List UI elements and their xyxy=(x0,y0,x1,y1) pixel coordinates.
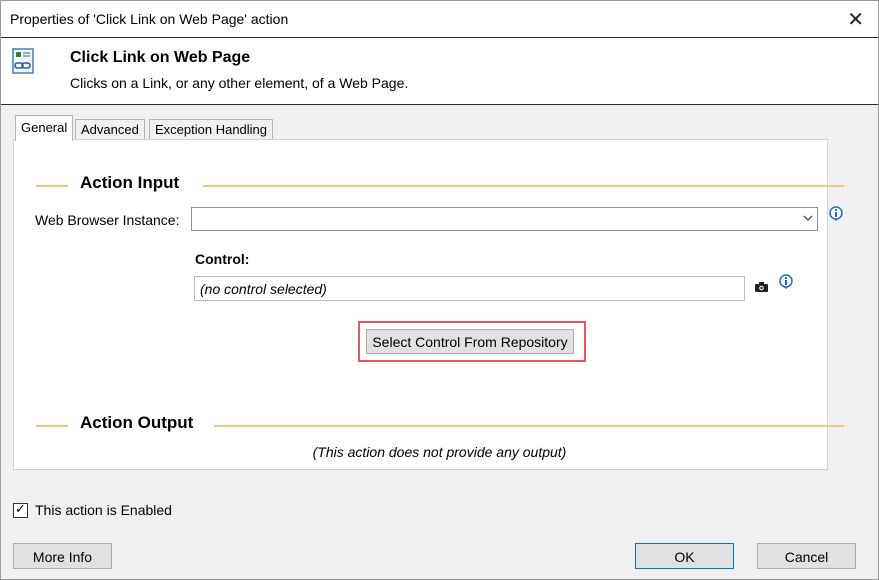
enabled-checkbox[interactable]: ✓ xyxy=(13,501,28,518)
section-divider xyxy=(36,185,68,187)
info-icon[interactable] xyxy=(778,274,794,290)
camera-icon[interactable] xyxy=(755,282,768,292)
chevron-down-icon xyxy=(803,211,813,228)
window-title: Properties of 'Click Link on Web Page' a… xyxy=(10,11,289,27)
action-title: Click Link on Web Page xyxy=(70,49,251,66)
action-header: Click Link on Web Page Clicks on a Link,… xyxy=(1,37,878,105)
checkmark-icon: ✓ xyxy=(15,501,26,516)
section-divider xyxy=(203,185,844,187)
action-description: Clicks on a Link, or any other element, … xyxy=(70,75,409,91)
browser-instance-dropdown[interactable] xyxy=(191,207,818,231)
tab-advanced[interactable]: Advanced xyxy=(75,119,145,140)
title-bar: Properties of 'Click Link on Web Page' a… xyxy=(1,1,878,37)
select-control-from-repository-button[interactable]: Select Control From Repository xyxy=(366,329,574,354)
control-field[interactable]: (no control selected) xyxy=(194,276,745,301)
tab-exception-handling[interactable]: Exception Handling xyxy=(149,119,274,140)
close-icon[interactable]: ✕ xyxy=(847,7,864,32)
section-divider xyxy=(36,425,68,427)
control-label: Control: xyxy=(195,251,250,267)
properties-dialog: Properties of 'Click Link on Web Page' a… xyxy=(0,0,879,580)
more-info-button[interactable]: More Info xyxy=(13,543,112,569)
action-output-title: Action Output xyxy=(80,413,194,432)
action-input-title: Action Input xyxy=(80,173,180,192)
cancel-button[interactable]: Cancel xyxy=(757,543,856,569)
web-link-action-icon xyxy=(12,48,34,74)
no-output-message: (This action does not provide any output… xyxy=(312,444,567,460)
tab-general[interactable]: General xyxy=(15,115,74,141)
browser-instance-label: Web Browser Instance: xyxy=(35,212,180,228)
enabled-label: This action is Enabled xyxy=(35,502,172,518)
info-icon[interactable] xyxy=(828,206,844,222)
section-divider xyxy=(214,425,844,427)
ok-button[interactable]: OK xyxy=(635,543,734,569)
